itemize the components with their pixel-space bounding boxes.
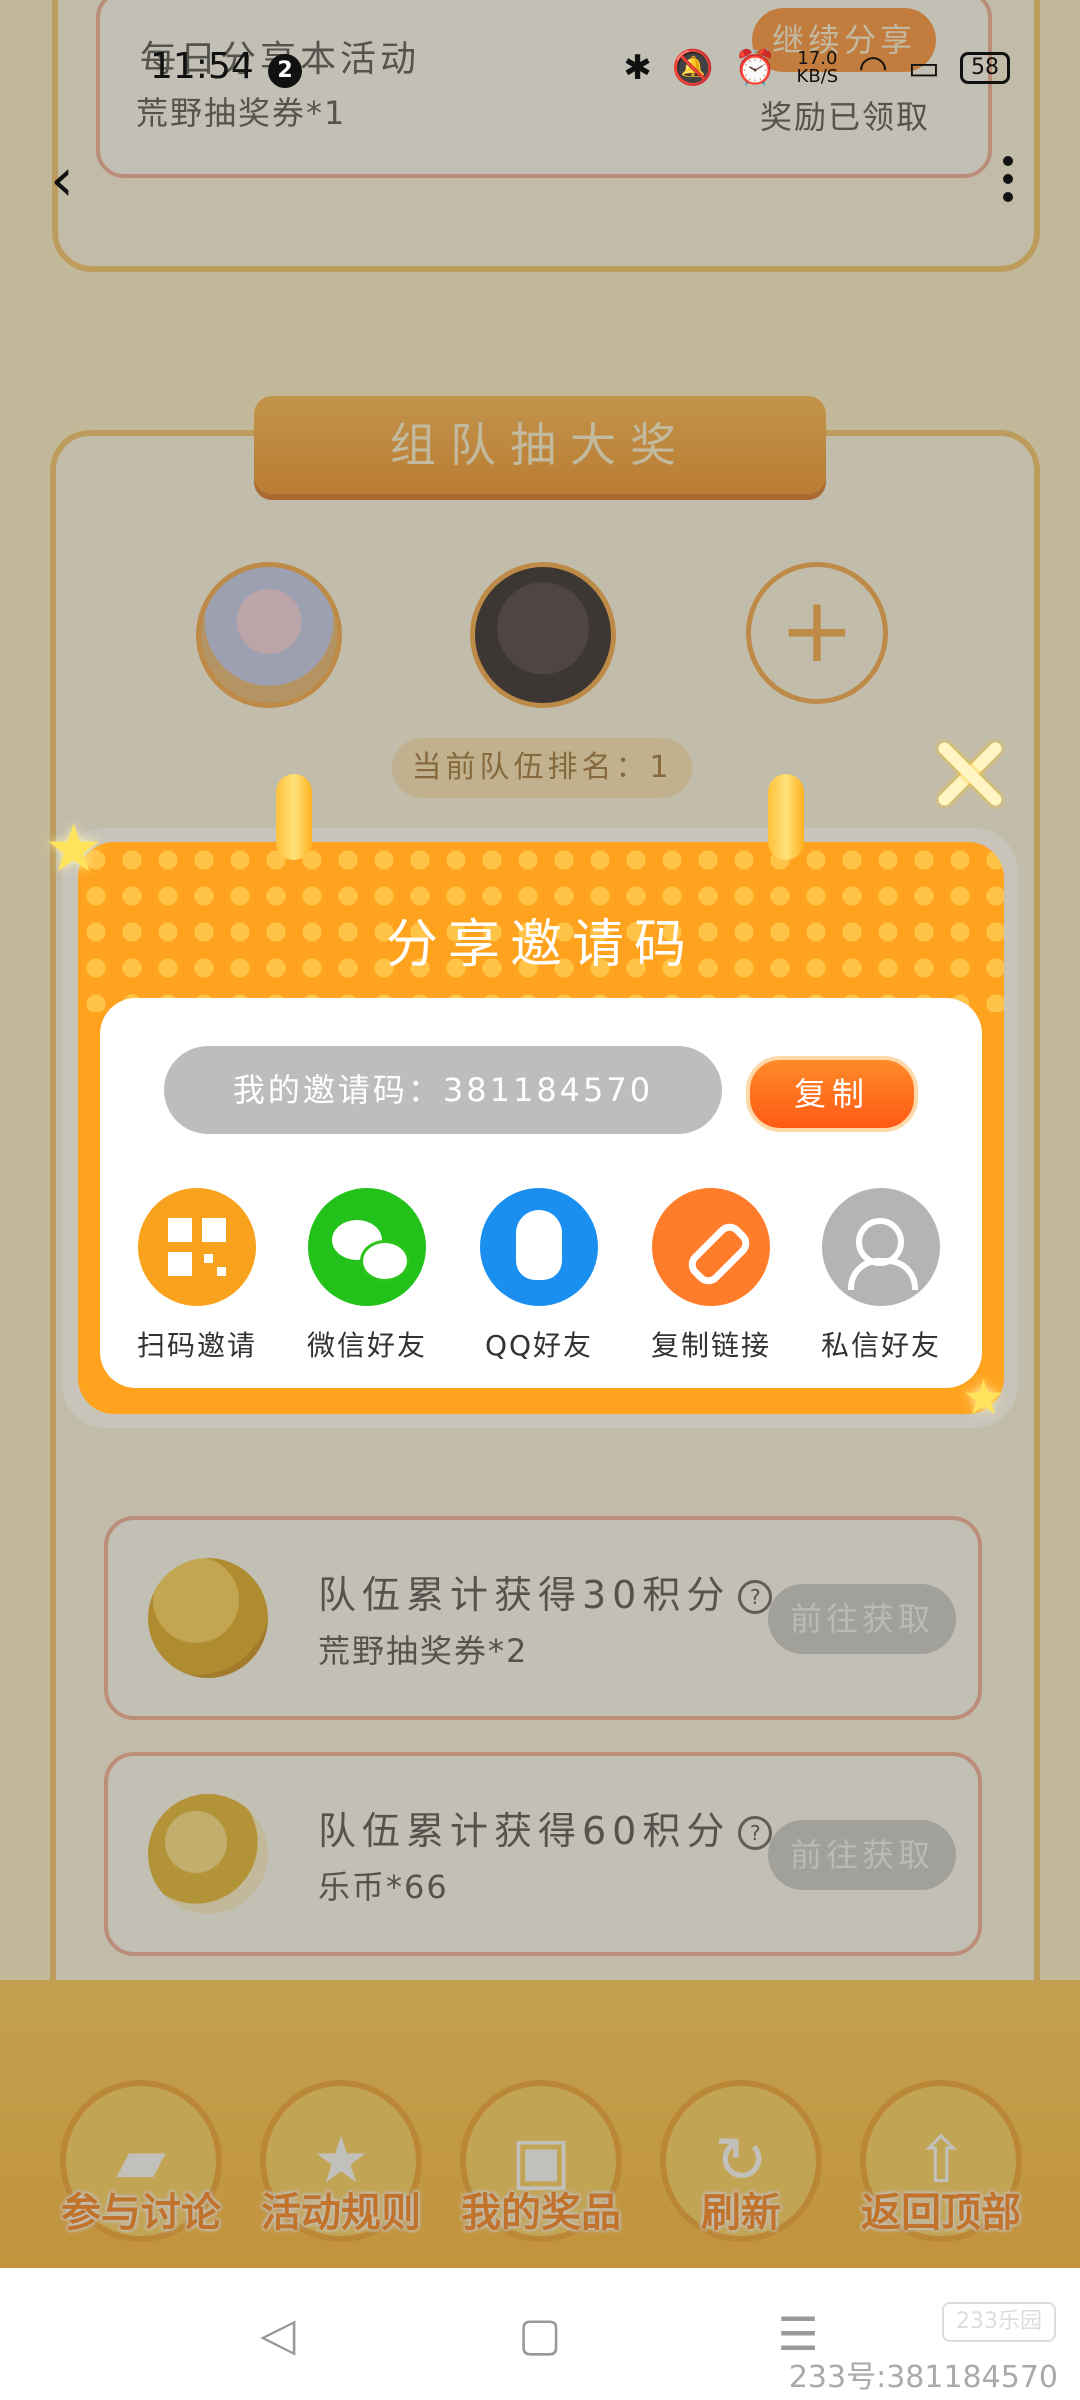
star-decoration-icon: ★: [962, 1370, 1006, 1426]
back-arrow-icon[interactable]: ‹: [50, 150, 90, 210]
qr-code-icon: [138, 1188, 256, 1306]
status-time: 11:54: [150, 46, 254, 87]
nav-back-icon[interactable]: ◁: [252, 2308, 304, 2360]
modal-title: 分享邀请码: [385, 915, 696, 975]
nav-home-icon[interactable]: ▢: [514, 2308, 566, 2360]
star-decoration-icon: ★: [44, 810, 104, 887]
watermark-logo: 233乐园: [942, 2302, 1056, 2342]
bluetooth-icon: ✱: [623, 48, 652, 88]
share-copy-link[interactable]: 复制链接: [626, 1188, 796, 1364]
calendar-ring-right: [758, 774, 814, 892]
share-qq[interactable]: QQ好友: [454, 1188, 624, 1364]
wechat-icon: [308, 1188, 426, 1306]
status-bar: 11:54 2 ✱ 🔕 ⏰ 17.0 KB/S ◠ ▭ 58: [0, 30, 1080, 110]
watermark-text: 233号:381184570: [788, 2360, 1058, 2395]
battery-indicator: 58: [960, 52, 1010, 84]
friends-icon: [822, 1188, 940, 1306]
share-option-label: 扫码邀请: [136, 1329, 257, 1362]
system-navigation-bar: ◁ ▢ ☰ 233乐园 233号:381184570: [0, 2268, 1080, 2400]
mute-icon: 🔕: [671, 48, 715, 88]
share-private-message[interactable]: 私信好友: [796, 1188, 966, 1364]
share-option-label: 微信好友: [306, 1329, 427, 1362]
invite-code-display: 我的邀请码：381184570: [164, 1046, 722, 1134]
share-scan-qr[interactable]: 扫码邀请: [112, 1188, 282, 1364]
sim-icon: ▭: [907, 48, 940, 88]
network-speed: 17.0 KB/S: [796, 48, 839, 87]
notification-badge: 2: [268, 54, 302, 88]
wifi-icon: ◠: [858, 48, 888, 88]
more-options-icon[interactable]: [996, 152, 1020, 212]
share-wechat[interactable]: 微信好友: [282, 1188, 452, 1364]
link-icon: [652, 1188, 770, 1306]
share-option-label: 复制链接: [650, 1329, 771, 1362]
alarm-icon: ⏰: [734, 48, 777, 88]
share-option-label: QQ好友: [484, 1329, 594, 1362]
calendar-ring-left: [266, 774, 322, 892]
copy-button[interactable]: 复制: [746, 1056, 918, 1132]
share-option-label: 私信好友: [820, 1329, 941, 1362]
qq-icon: [480, 1188, 598, 1306]
close-icon[interactable]: [930, 736, 1006, 812]
